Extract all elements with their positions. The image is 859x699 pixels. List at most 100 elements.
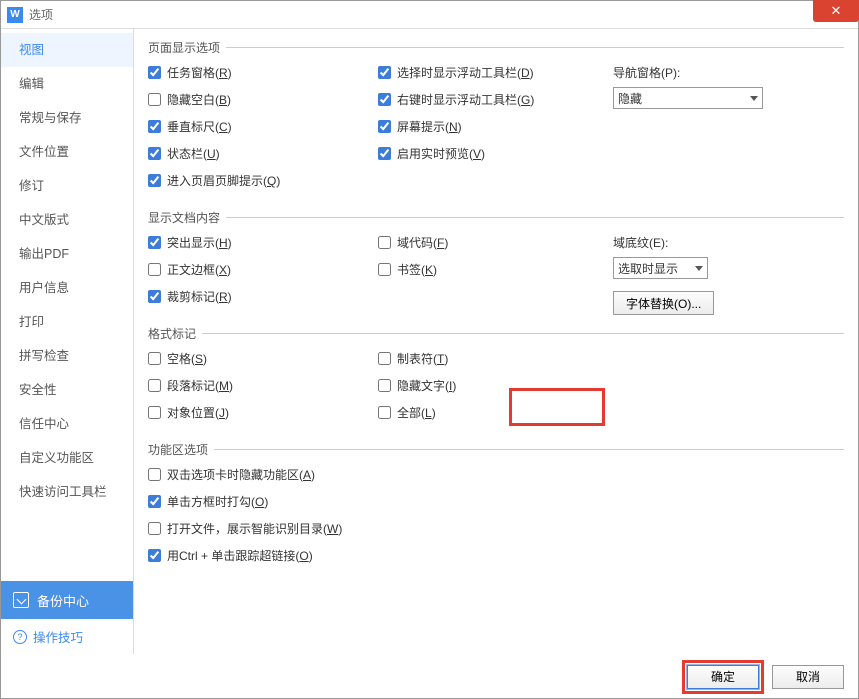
group-ribbon-options: 功能区选项 双击选项卡时隐藏功能区(A)单击方框时打勾(O)打开文件，展示智能识… (148, 441, 844, 564)
sidebar-item[interactable]: 拼写检查 (1, 339, 133, 373)
sidebar-bottom: 备份中心 ? 操作技巧 (1, 581, 133, 654)
checkbox-input[interactable] (148, 93, 161, 106)
checkbox-label: 突出显示(H) (167, 234, 232, 251)
dialog-body: 视图编辑常规与保存文件位置修订中文版式输出PDF用户信息打印拼写检查安全性信任中… (1, 29, 858, 654)
chevron-down-icon (750, 96, 758, 101)
nav-pane-label: 导航窗格(P): (613, 64, 844, 81)
checkbox-input[interactable] (378, 147, 391, 160)
checkbox-input[interactable] (148, 174, 161, 187)
sidebar-item[interactable]: 打印 (1, 305, 133, 339)
sidebar-item[interactable]: 视图 (1, 33, 133, 67)
sidebar-item[interactable]: 安全性 (1, 373, 133, 407)
checkbox-label: 右键时显示浮动工具栏(G) (397, 91, 534, 108)
checkbox-option[interactable]: 对象位置(J) (148, 404, 378, 421)
chevron-down-icon (695, 266, 703, 271)
checkbox-input[interactable] (148, 290, 161, 303)
checkbox-label: 对象位置(J) (167, 404, 229, 421)
sidebar-item[interactable]: 修订 (1, 169, 133, 203)
sidebar: 视图编辑常规与保存文件位置修订中文版式输出PDF用户信息打印拼写检查安全性信任中… (1, 29, 134, 654)
cancel-button[interactable]: 取消 (772, 665, 844, 689)
checkbox-option[interactable]: 屏幕提示(N) (378, 118, 613, 135)
sidebar-item[interactable]: 自定义功能区 (1, 441, 133, 475)
checkbox-option[interactable]: 书签(K) (378, 261, 613, 278)
tips-link[interactable]: ? 操作技巧 (1, 619, 133, 654)
checkbox-input[interactable] (148, 495, 161, 508)
checkbox-label: 用Ctrl + 单击跟踪超链接(O) (167, 547, 313, 564)
sidebar-item[interactable]: 信任中心 (1, 407, 133, 441)
group-format-marks: 格式标记 空格(S)段落标记(M)对象位置(J) 制表符(T)隐藏文字(I)全部… (148, 325, 844, 431)
field-shading-label: 域底纹(E): (613, 234, 844, 251)
checkbox-input[interactable] (378, 93, 391, 106)
dialog-footer: 确定 取消 (1, 654, 858, 698)
checkbox-option[interactable]: 全部(L) (378, 404, 613, 421)
checkbox-option[interactable]: 双击选项卡时隐藏功能区(A) (148, 466, 844, 483)
checkbox-input[interactable] (148, 352, 161, 365)
backup-icon (13, 592, 29, 608)
close-button[interactable]: ✕ (813, 0, 859, 22)
checkbox-label: 双击选项卡时隐藏功能区(A) (167, 466, 315, 483)
checkbox-input[interactable] (148, 522, 161, 535)
checkbox-input[interactable] (378, 263, 391, 276)
font-substitution-button[interactable]: 字体替换(O)... (613, 291, 714, 315)
checkbox-option[interactable]: 隐藏文字(I) (378, 377, 613, 394)
nav-pane-select[interactable]: 隐藏 (613, 87, 763, 109)
checkbox-label: 隐藏文字(I) (397, 377, 456, 394)
checkbox-option[interactable]: 打开文件，展示智能识别目录(W) (148, 520, 844, 537)
sidebar-item[interactable]: 快速访问工具栏 (1, 475, 133, 509)
window-title: 选项 (29, 6, 53, 23)
highlight-annotation: 确定 (682, 660, 764, 694)
field-shading-select[interactable]: 选取时显示 (613, 257, 708, 279)
checkbox-option[interactable]: 制表符(T) (378, 350, 613, 367)
ok-button[interactable]: 确定 (687, 665, 759, 689)
checkbox-option[interactable]: 突出显示(H) (148, 234, 378, 251)
checkbox-option[interactable]: 选择时显示浮动工具栏(D) (378, 64, 613, 81)
group-title: 显示文档内容 (148, 209, 220, 226)
checkbox-input[interactable] (378, 236, 391, 249)
checkbox-label: 屏幕提示(N) (397, 118, 462, 135)
checkbox-input[interactable] (378, 379, 391, 392)
checkbox-label: 状态栏(U) (167, 145, 220, 162)
checkbox-option[interactable]: 裁剪标记(R) (148, 288, 378, 305)
checkbox-label: 启用实时预览(V) (397, 145, 485, 162)
checkbox-option[interactable]: 右键时显示浮动工具栏(G) (378, 91, 613, 108)
tips-label: 操作技巧 (33, 627, 83, 646)
checkbox-option[interactable]: 域代码(F) (378, 234, 613, 251)
checkbox-input[interactable] (148, 379, 161, 392)
checkbox-option[interactable]: 进入页眉页脚提示(Q) (148, 172, 378, 189)
checkbox-input[interactable] (148, 120, 161, 133)
checkbox-input[interactable] (148, 549, 161, 562)
checkbox-option[interactable]: 启用实时预览(V) (378, 145, 613, 162)
sidebar-item[interactable]: 输出PDF (1, 237, 133, 271)
checkbox-option[interactable]: 段落标记(M) (148, 377, 378, 394)
checkbox-input[interactable] (378, 120, 391, 133)
sidebar-item[interactable]: 常规与保存 (1, 101, 133, 135)
sidebar-item[interactable]: 中文版式 (1, 203, 133, 237)
sidebar-item[interactable]: 用户信息 (1, 271, 133, 305)
checkbox-input[interactable] (148, 66, 161, 79)
checkbox-label: 空格(S) (167, 350, 207, 367)
sidebar-item[interactable]: 编辑 (1, 67, 133, 101)
checkbox-input[interactable] (378, 406, 391, 419)
titlebar: W 选项 ✕ (1, 1, 858, 29)
checkbox-input[interactable] (378, 352, 391, 365)
checkbox-option[interactable]: 用Ctrl + 单击跟踪超链接(O) (148, 547, 844, 564)
checkbox-input[interactable] (148, 147, 161, 160)
checkbox-input[interactable] (148, 236, 161, 249)
checkbox-input[interactable] (148, 406, 161, 419)
checkbox-option[interactable]: 任务窗格(R) (148, 64, 378, 81)
app-icon: W (7, 7, 23, 23)
checkbox-label: 域代码(F) (397, 234, 448, 251)
field-shading-value: 选取时显示 (618, 260, 678, 277)
checkbox-option[interactable]: 正文边框(X) (148, 261, 378, 278)
checkbox-input[interactable] (148, 468, 161, 481)
checkbox-option[interactable]: 单击方框时打勾(O) (148, 493, 844, 510)
sidebar-item[interactable]: 文件位置 (1, 135, 133, 169)
backup-center-button[interactable]: 备份中心 (1, 581, 133, 619)
checkbox-input[interactable] (378, 66, 391, 79)
checkbox-option[interactable]: 空格(S) (148, 350, 378, 367)
checkbox-label: 垂直标尺(C) (167, 118, 232, 135)
checkbox-option[interactable]: 状态栏(U) (148, 145, 378, 162)
checkbox-option[interactable]: 隐藏空白(B) (148, 91, 378, 108)
checkbox-option[interactable]: 垂直标尺(C) (148, 118, 378, 135)
checkbox-input[interactable] (148, 263, 161, 276)
